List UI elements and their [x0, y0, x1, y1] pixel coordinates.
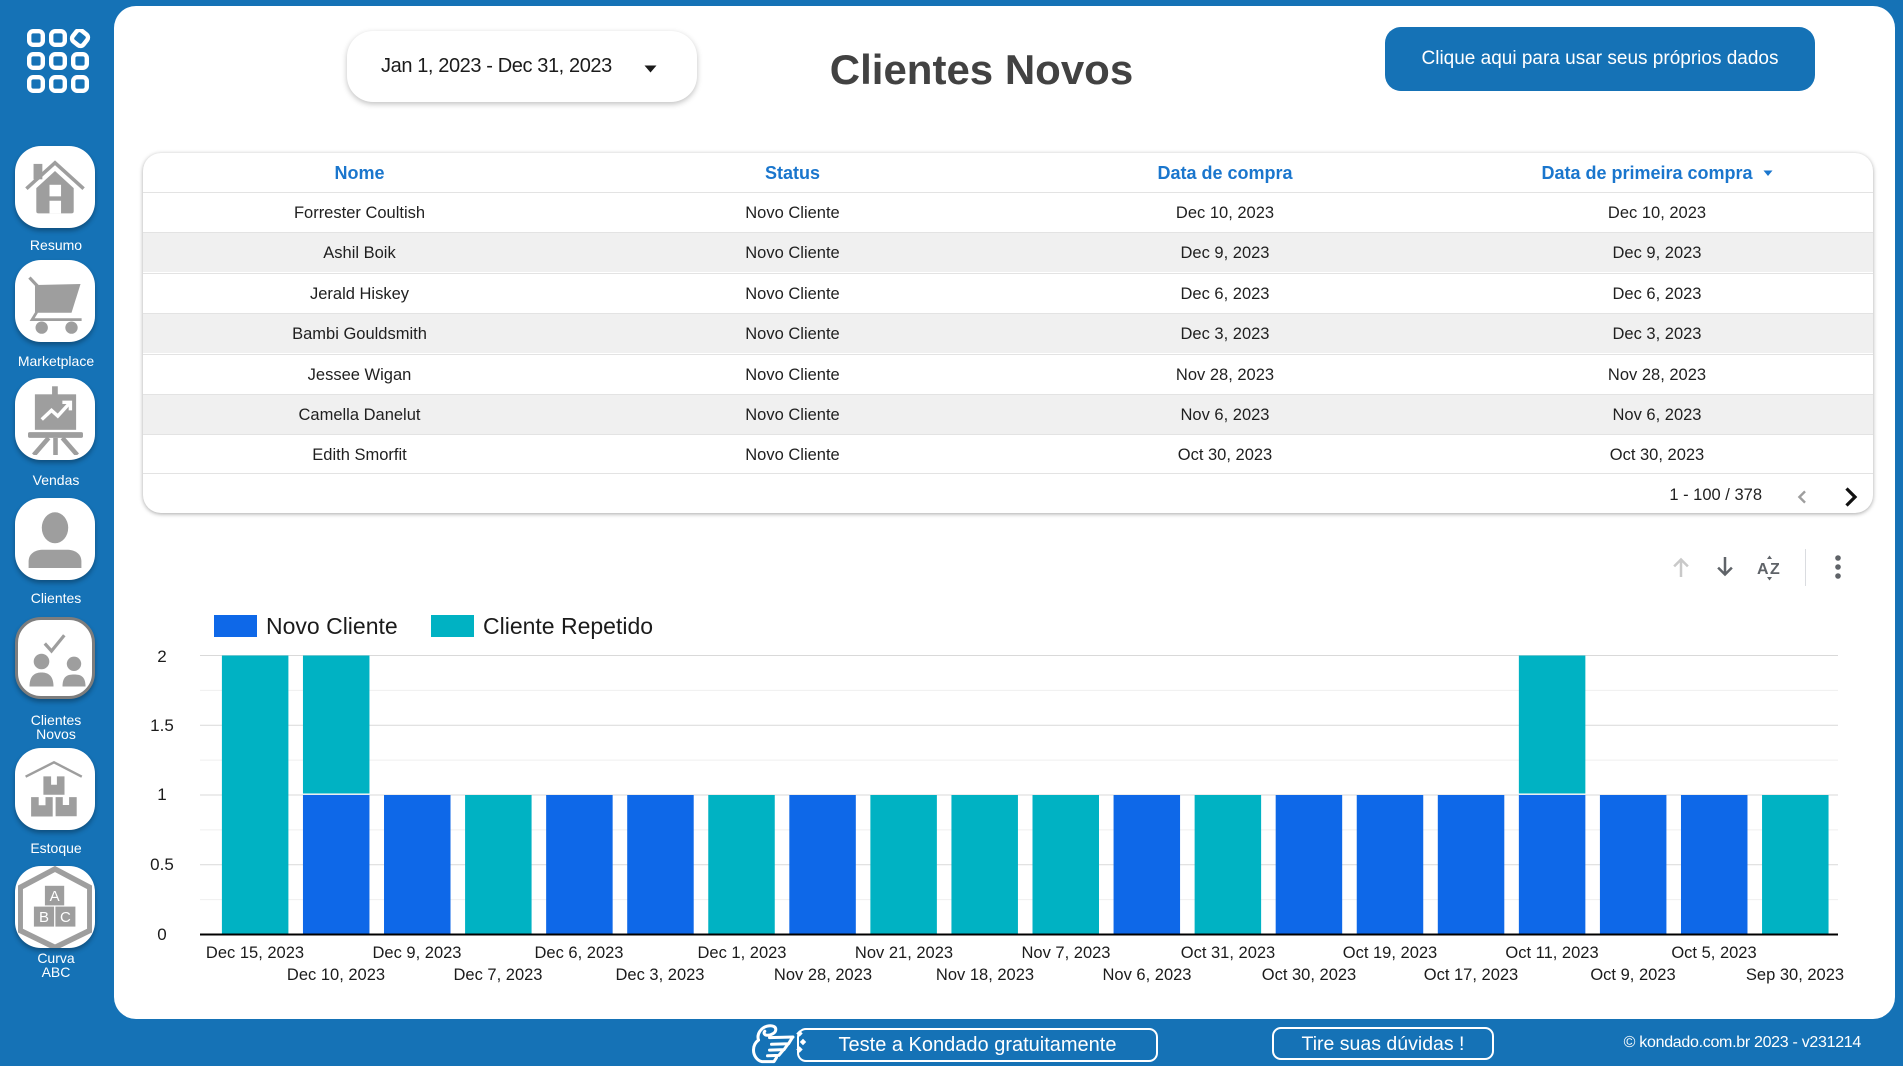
svg-text:A: A [50, 888, 60, 905]
svg-text:C: C [60, 909, 71, 926]
svg-text:B: B [39, 909, 49, 926]
svg-text:Z: Z [1770, 561, 1780, 578]
svg-text:A: A [1757, 561, 1769, 578]
